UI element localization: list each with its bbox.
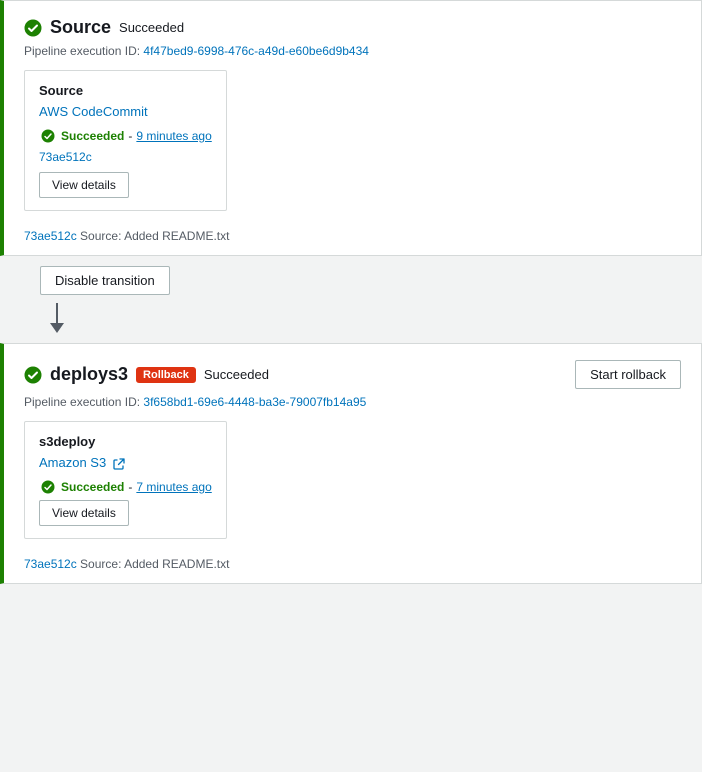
deploy-view-details-button[interactable]: View details (39, 500, 129, 526)
transition-arrow (50, 303, 64, 333)
source-action-status-row: Succeeded - 9 minutes ago (39, 127, 212, 145)
start-rollback-button[interactable]: Start rollback (575, 360, 681, 389)
transition-area: Disable transition (0, 256, 702, 343)
source-commit-link[interactable]: 73ae512c (39, 150, 92, 164)
source-stage-header-row: Source Succeeded (24, 17, 681, 38)
aws-codecommit-link[interactable]: AWS CodeCommit (39, 104, 148, 119)
source-pipeline-id-link[interactable]: 4f47bed9-6998-476c-a49d-e60be6d9b434 (143, 44, 369, 58)
rollback-badge: Rollback (136, 367, 196, 383)
deploy-stage: deploys3 Rollback Succeeded Start rollba… (0, 343, 702, 584)
source-stage-status: Succeeded (119, 20, 184, 35)
source-stage-header-left: Source Succeeded (24, 17, 184, 38)
pipeline-container: Source Succeeded Pipeline execution ID: … (0, 0, 702, 584)
source-action-time-ago[interactable]: 9 minutes ago (136, 129, 211, 143)
source-stage-title: Source (50, 17, 111, 38)
source-action-commit: 73ae512c (39, 149, 212, 164)
source-pipeline-id-label: Pipeline execution ID: (24, 44, 140, 58)
deploy-footer-text: Source: Added README.txt (77, 557, 230, 571)
source-footer-text: Source: Added README.txt (77, 229, 230, 243)
deploy-action-succeeded: Succeeded (61, 480, 124, 494)
deploy-stage-header-row: deploys3 Rollback Succeeded Start rollba… (24, 360, 681, 389)
deploy-success-icon (24, 366, 42, 384)
deploy-footer-commit-link[interactable]: 73ae512c (24, 557, 77, 571)
source-pipeline-id-row: Pipeline execution ID: 4f47bed9-6998-476… (24, 44, 681, 58)
source-footer-commit-link[interactable]: 73ae512c (24, 229, 77, 243)
source-action-card: Source AWS CodeCommit Succeeded - 9 minu… (24, 70, 227, 211)
arrow-line (56, 303, 58, 323)
deploy-action-title: s3deploy (39, 434, 212, 449)
deploy-action-success-icon (39, 478, 57, 496)
deploy-action-card: s3deploy Amazon S3 Succeeded - 7 minutes… (24, 421, 227, 539)
source-action-succeeded: Succeeded (61, 129, 124, 143)
source-view-details-button[interactable]: View details (39, 172, 129, 198)
disable-transition-button[interactable]: Disable transition (40, 266, 170, 295)
source-success-icon (24, 19, 42, 37)
deploy-action-separator: - (128, 480, 132, 494)
source-action-provider: AWS CodeCommit (39, 104, 212, 119)
deploy-pipeline-id-row: Pipeline execution ID: 3f658bd1-69e6-444… (24, 395, 681, 409)
deploy-action-provider: Amazon S3 (39, 455, 212, 470)
deploy-action-status-row: Succeeded - 7 minutes ago (39, 478, 212, 496)
external-link-icon (113, 458, 125, 470)
deploy-stage-header-left: deploys3 Rollback Succeeded (24, 364, 269, 385)
deploy-stage-footer: 73ae512c Source: Added README.txt (24, 549, 681, 571)
source-action-title: Source (39, 83, 212, 98)
deploy-pipeline-id-link[interactable]: 3f658bd1-69e6-4448-ba3e-79007fb14a95 (143, 395, 366, 409)
source-action-separator: - (128, 129, 132, 143)
deploy-stage-status: Succeeded (204, 367, 269, 382)
deploy-pipeline-id-label: Pipeline execution ID: (24, 395, 140, 409)
arrow-head (50, 323, 64, 333)
source-action-success-icon (39, 127, 57, 145)
deploy-action-time-ago[interactable]: 7 minutes ago (136, 480, 211, 494)
amazon-s3-link[interactable]: Amazon S3 (39, 455, 106, 470)
source-stage-footer: 73ae512c Source: Added README.txt (24, 221, 681, 243)
deploy-stage-title: deploys3 (50, 364, 128, 385)
source-stage: Source Succeeded Pipeline execution ID: … (0, 0, 702, 256)
